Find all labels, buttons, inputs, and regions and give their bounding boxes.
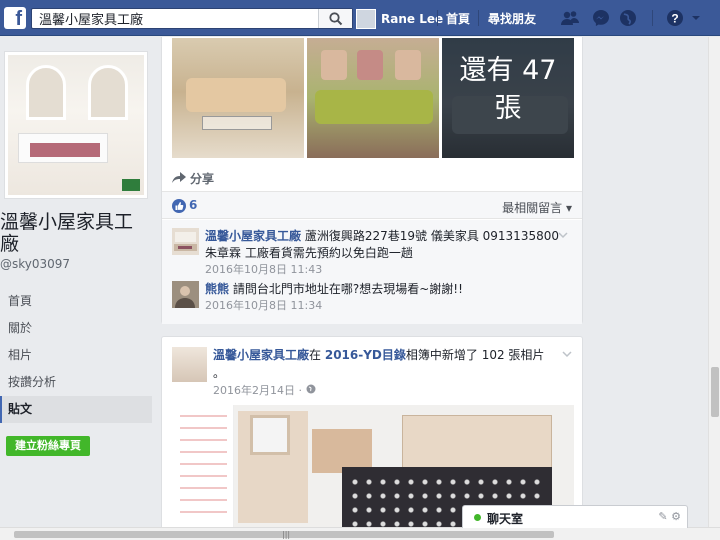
nav-divider: [652, 10, 653, 26]
friend-requests-icon[interactable]: [561, 9, 579, 27]
post-header: 溫馨小屋家具工廠在 2016-YD目錄相簿中新增了 102 張相片 。: [213, 346, 553, 382]
sort-caret-icon: ▾: [565, 201, 572, 215]
page-nav: 首頁 關於 相片 按讚分析 貼文: [0, 288, 152, 423]
page-sidebar: 溫馨小屋家具工廠 @sky03097 首頁 關於 相片 按讚分析 貼文 建立粉絲…: [0, 37, 152, 527]
comment-author[interactable]: 溫馨小屋家具工廠: [205, 229, 301, 243]
sidebar-item-photos[interactable]: 相片: [0, 342, 152, 369]
sidebar-item-posts[interactable]: 貼文: [0, 396, 152, 423]
svg-text:?: ?: [671, 12, 678, 26]
main-page: 溫馨小屋家具工廠 @sky03097 首頁 關於 相片 按讚分析 貼文 建立粉絲…: [0, 37, 708, 527]
comment-options-chevron-icon[interactable]: [558, 230, 568, 240]
commenter-avatar[interactable]: [172, 228, 199, 255]
vertical-scrollbar-thumb[interactable]: [711, 367, 719, 417]
help-icon[interactable]: ?: [666, 9, 684, 27]
post-time-text[interactable]: 2016年2月14日: [213, 384, 295, 397]
commenter-avatar[interactable]: [172, 281, 199, 308]
post-action: 相簿中新增了 102 張相片: [405, 348, 545, 362]
post-author[interactable]: 溫馨小屋家具工廠: [213, 348, 309, 362]
nav-divider: [437, 10, 438, 26]
album-link[interactable]: 2016-YD目錄: [325, 348, 406, 362]
nav-home-link[interactable]: 首頁: [446, 10, 470, 27]
like-thumb-icon: [172, 199, 186, 213]
post-card: 還有 47 張 分享 6 最相關留言 ▾ 溫馨小屋家具工廠 蘆洲復興路227巷1…: [161, 37, 583, 324]
dot-separator: ·: [298, 384, 306, 397]
share-label: 分享: [190, 171, 215, 186]
nav-divider: [478, 10, 479, 26]
more-photos-count: 還有 47 張: [442, 38, 574, 158]
page-title[interactable]: 溫馨小屋家具工廠: [0, 211, 150, 255]
sidebar-item-about[interactable]: 關於: [0, 315, 152, 342]
post-card: 溫馨小屋家具工廠在 2016-YD目錄相簿中新增了 102 張相片 。 2016…: [161, 336, 583, 527]
scrollbar-grip-icon: |||: [282, 530, 291, 539]
search-input[interactable]: [32, 9, 317, 28]
post-photo-more[interactable]: 還有 47 張: [442, 38, 574, 158]
chat-bar[interactable]: 聊天室 ✎ ⚙: [462, 505, 688, 528]
comment-author[interactable]: 熊熊: [205, 282, 229, 296]
post-suffix: 。: [213, 366, 226, 380]
profile-name: Rane Lee: [381, 11, 444, 26]
nav-find-friends-link[interactable]: 尋找朋友: [488, 10, 536, 27]
notifications-globe-icon[interactable]: [619, 9, 637, 27]
page-profile-picture[interactable]: [4, 51, 148, 199]
comment-time[interactable]: 2016年10月8日 11:43: [205, 262, 565, 278]
comment-time[interactable]: 2016年10月8日 11:34: [205, 298, 565, 314]
comments-section: 溫馨小屋家具工廠 蘆洲復興路227巷19號 儀美家具 0913135800朱章霖…: [162, 220, 582, 324]
page-username[interactable]: @sky03097: [0, 257, 70, 271]
top-navigation-bar: f Rane Lee 首頁 尋找朋友 ?: [0, 0, 720, 36]
compose-icon[interactable]: ✎: [658, 510, 667, 523]
post-timestamp: 2016年2月14日 ·: [213, 382, 316, 398]
search-box: [31, 8, 353, 29]
search-button[interactable]: [318, 9, 352, 28]
post-photo[interactable]: [172, 38, 304, 158]
profile-photo: [8, 55, 144, 195]
like-count[interactable]: 6: [189, 198, 197, 212]
sort-label: 最相關留言: [502, 201, 563, 215]
post-photo[interactable]: [307, 38, 439, 158]
online-status-dot: [474, 514, 481, 521]
vertical-scrollbar[interactable]: [708, 37, 720, 527]
sidebar-item-home[interactable]: 首頁: [0, 288, 152, 315]
reactions-bar: 6 最相關留言 ▾: [162, 191, 582, 219]
gear-icon[interactable]: ⚙: [671, 510, 681, 523]
profile-link[interactable]: Rane Lee: [356, 8, 443, 29]
comment-sort-dropdown[interactable]: 最相關留言 ▾: [502, 199, 572, 216]
messenger-icon[interactable]: [592, 9, 610, 27]
facebook-logo-icon[interactable]: f: [4, 7, 26, 30]
photo-grid: 還有 47 張: [172, 38, 574, 158]
sidebar-item-likes-analysis[interactable]: 按讚分析: [0, 369, 152, 396]
post-author-avatar[interactable]: [172, 347, 207, 382]
create-page-button[interactable]: 建立粉絲專頁: [6, 436, 90, 456]
post-connector: 在: [309, 348, 322, 362]
comment-text: 請問台北門市地址在哪?想去現場看~謝謝!!: [232, 282, 463, 296]
horizontal-scrollbar[interactable]: |||: [0, 527, 720, 540]
share-arrow-icon: [172, 172, 186, 183]
public-globe-icon[interactable]: [306, 384, 316, 394]
share-button[interactable]: 分享: [172, 168, 214, 188]
avatar: [356, 8, 376, 29]
post-options-chevron-icon[interactable]: [562, 349, 572, 359]
search-icon: [329, 12, 343, 26]
account-menu-chevron-icon[interactable]: [691, 9, 701, 27]
chat-label: 聊天室: [487, 512, 524, 526]
